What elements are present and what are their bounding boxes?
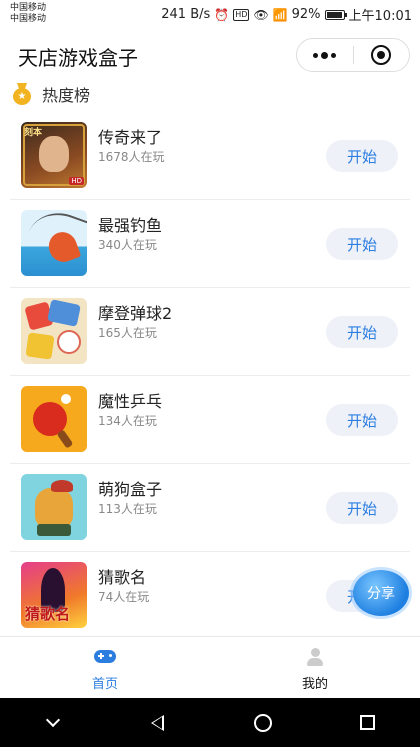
carrier-1: 中国移动 [10, 3, 47, 13]
player-count: 165人在玩 [98, 326, 157, 340]
page-title: 天店游戏盒子 [18, 46, 138, 70]
thumb-text: 猜歌名 [25, 605, 71, 623]
clock: 上午10:01 [348, 9, 412, 24]
battery-icon [324, 9, 347, 20]
game-row-1[interactable]: 刻本 HD 传奇来了 1678人在玩 开始 [10, 112, 410, 200]
start-button[interactable]: 开始 [326, 404, 398, 436]
alarm-icon: ⏰ [214, 7, 230, 22]
game-row-2[interactable]: 最强钓鱼 340人在玩 开始 [10, 200, 410, 288]
carrier-info: 中国移动 中国移动 [10, 3, 46, 25]
eye-icon: 👁 [253, 7, 269, 22]
target-icon [371, 45, 392, 65]
medal-icon: ★ [12, 83, 32, 105]
game-row-5[interactable]: 萌狗盒子 113人在玩 开始 [10, 464, 410, 552]
tab-label: 我的 [301, 677, 328, 692]
tab-mine[interactable]: 我的 [210, 637, 420, 698]
player-count: 74人在玩 [98, 590, 150, 604]
game-thumbnail[interactable] [21, 386, 87, 452]
game-row-3[interactable]: 摩登弹球2 165人在玩 开始 [10, 288, 410, 376]
more-button[interactable] [297, 39, 353, 71]
start-button[interactable]: 开始 [326, 228, 398, 260]
person-icon [304, 647, 326, 667]
recents-icon [360, 715, 375, 730]
player-count: 1678人在玩 [98, 150, 165, 164]
tab-bar: 首页 我的 [0, 636, 420, 698]
carrier-2: 中国移动 [10, 14, 47, 24]
tab-home[interactable]: 首页 [0, 637, 210, 698]
recents-button[interactable] [338, 698, 398, 747]
hd-icon: HD [233, 8, 250, 21]
game-name: 摩登弹球2 [98, 304, 173, 323]
game-name: 萌狗盒子 [98, 480, 163, 499]
game-name: 最强钓鱼 [98, 216, 163, 235]
game-thumbnail[interactable] [21, 474, 87, 540]
thumb-tag: 刻本 [24, 128, 43, 138]
chevron-down-icon [45, 712, 60, 727]
start-button[interactable]: 开始 [326, 492, 398, 524]
thumb-badge: HD [69, 177, 84, 185]
close-button[interactable] [354, 39, 410, 71]
game-thumbnail[interactable] [21, 210, 87, 276]
start-button[interactable]: 开始 [326, 140, 398, 172]
game-thumbnail[interactable]: 猜歌名 [21, 562, 87, 628]
network-speed: 241 B/s [161, 7, 211, 22]
game-thumbnail[interactable] [21, 298, 87, 364]
section-title: 热度榜 [42, 86, 91, 105]
share-button[interactable]: 分享 [353, 570, 409, 616]
start-button[interactable]: 开始 [326, 316, 398, 348]
game-list: 刻本 HD 传奇来了 1678人在玩 开始 最强钓鱼 340人在玩 开始 摩登弹… [10, 112, 410, 635]
battery-fill [326, 11, 342, 18]
game-thumbnail[interactable]: 刻本 HD [21, 122, 87, 188]
game-row-4[interactable]: 魔性乒乓 134人在玩 开始 [10, 376, 410, 464]
game-name: 猜歌名 [98, 568, 147, 587]
navigation-bar: 天店游戏盒子 [0, 30, 420, 80]
home-button[interactable] [233, 698, 293, 747]
back-icon [151, 714, 164, 731]
system-navigation [0, 698, 420, 747]
gamepad-icon [94, 647, 116, 667]
status-bar: 中国移动 中国移动 241 B/s ⏰ HD 👁 📶 92% 上午10:01 [0, 0, 420, 30]
back-button[interactable] [128, 698, 188, 747]
collapse-button[interactable] [23, 698, 83, 747]
game-name: 魔性乒乓 [98, 392, 163, 411]
battery-percent: 92% [291, 7, 321, 22]
game-name: 传奇来了 [98, 128, 163, 147]
miniprogram-capsule [296, 38, 410, 72]
game-row-6[interactable]: 猜歌名 猜歌名 74人在玩 开始 [10, 552, 410, 635]
home-icon [253, 713, 272, 732]
status-indicators: 241 B/s ⏰ HD 👁 📶 92% 上午10:01 [161, 5, 412, 24]
player-count: 134人在玩 [98, 414, 157, 428]
player-count: 340人在玩 [98, 238, 157, 252]
wifi-icon: 📶 [272, 7, 288, 22]
player-count: 113人在玩 [98, 502, 157, 516]
section-header: ★ 热度榜 [12, 82, 90, 106]
tab-label: 首页 [91, 677, 118, 692]
